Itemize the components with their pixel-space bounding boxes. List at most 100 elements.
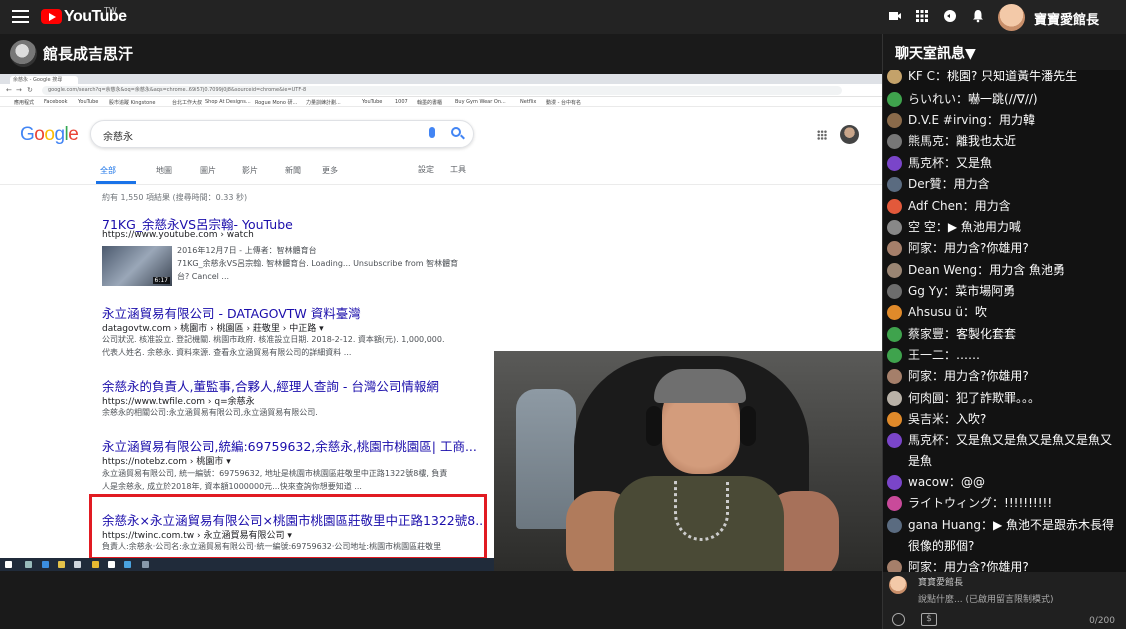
- chat-separator: ：: [962, 199, 975, 213]
- google-tab-all: 全部: [100, 166, 116, 175]
- channel-avatar[interactable]: [10, 40, 37, 67]
- chat-author[interactable]: 空 空: [908, 220, 936, 234]
- hanging-jacket: [516, 389, 576, 529]
- chat-avatar[interactable]: [887, 263, 902, 278]
- chat-author[interactable]: KF C: [908, 70, 935, 83]
- chat-avatar[interactable]: [887, 177, 902, 192]
- chat-separator: ：: [944, 327, 957, 341]
- chat-author[interactable]: 阿家: [908, 369, 932, 383]
- chat-message-text: 空 空：▶ 魚池用力喊: [908, 217, 1122, 238]
- chat-avatar[interactable]: [887, 113, 902, 128]
- char-counter: 0/200: [1089, 616, 1115, 626]
- result-url: https://www.youtube.com › watch: [102, 230, 254, 240]
- chat-author[interactable]: 阿家: [908, 241, 932, 255]
- result-snippet: 代表人姓名. 余慈永. 資料來源. 查看永立涵貿易有限公司的詳細資料 ...: [102, 348, 352, 357]
- chat-author[interactable]: Dean Weng: [908, 263, 977, 277]
- chat-separator: ：: [956, 92, 969, 106]
- chat-message-text: Adf Chen：用力含: [908, 196, 1122, 217]
- bookmark: YouTube: [78, 99, 99, 105]
- channel-name[interactable]: 館長成吉思汗: [43, 43, 133, 64]
- chat-avatar[interactable]: [887, 496, 902, 511]
- emoji-icon[interactable]: [892, 613, 905, 626]
- google-search-box: 余慈永: [90, 120, 474, 148]
- chat-bubble-icon[interactable]: [942, 9, 958, 25]
- menu-icon[interactable]: [12, 10, 29, 23]
- chat-author[interactable]: 吳吉米: [908, 412, 944, 426]
- bookmark: 動漫 - 台中有名: [546, 100, 581, 106]
- forward-icon: →: [16, 86, 22, 94]
- chat-separator: ：: [932, 241, 945, 255]
- chat-author[interactable]: gana Huang: [908, 518, 981, 532]
- chat-separator: ：: [935, 220, 948, 234]
- chat-avatar[interactable]: [887, 241, 902, 256]
- chat-mode-dropdown[interactable]: 聊天室訊息▼: [895, 43, 976, 63]
- chat-author[interactable]: 馬克杯: [908, 156, 944, 170]
- highlight-box: [89, 494, 487, 560]
- live-chat[interactable]: KF C：桃園? 只知道黃牛潘先生 らいれい：嚇一跳(//∇//) D.V.E #i…: [882, 70, 1126, 572]
- chat-body: 用力含: [974, 199, 1011, 213]
- chat-avatar[interactable]: [887, 156, 902, 171]
- chat-avatar[interactable]: [887, 305, 902, 320]
- chat-input[interactable]: 說點什麼... (已啟用留言限制模式): [918, 592, 1053, 605]
- chat-author[interactable]: Der贊: [908, 177, 942, 191]
- region-label: TW: [104, 6, 117, 15]
- result-stats: 約有 1,550 項結果 (搜尋時間：0.33 秒): [102, 193, 248, 202]
- chat-separator: ：: [962, 305, 975, 319]
- bookmark: Facebook: [44, 99, 68, 105]
- chat-author[interactable]: 馬克杯: [908, 433, 944, 447]
- chat-avatar[interactable]: [887, 92, 902, 107]
- create-video-icon[interactable]: [887, 9, 903, 25]
- super-chat-icon[interactable]: $: [921, 613, 937, 626]
- chat-author[interactable]: らいれい: [908, 92, 956, 106]
- bookmark: 股市追蹤 Kingstone: [109, 100, 156, 106]
- chat-avatar[interactable]: [887, 199, 902, 214]
- chat-avatar[interactable]: [887, 348, 902, 363]
- chat-body: 入吹?: [956, 412, 987, 426]
- youtube-logo-icon[interactable]: [41, 9, 62, 24]
- chat-author[interactable]: 王一二: [908, 348, 944, 362]
- chat-author[interactable]: Ahsusu ü: [908, 305, 963, 319]
- chat-avatar[interactable]: [887, 70, 902, 84]
- result-snippet: 71KG_余慈永VS呂宗翰. 智林體育台. Loading... Unsubsc…: [177, 259, 459, 268]
- chat-avatar[interactable]: [887, 134, 902, 149]
- chat-author[interactable]: Gg Yy: [908, 284, 943, 298]
- result-snippet: 余慈永的相關公司:永立涵貿易有限公司,永立涵貿易有限公司.: [102, 408, 318, 417]
- chat-message-text: Der贊：用力含: [908, 174, 1122, 195]
- bookmark: Shop At Designs...: [205, 99, 251, 105]
- chat-author[interactable]: Adf Chen: [908, 199, 963, 213]
- chat-avatar[interactable]: [887, 391, 902, 406]
- chat-avatar[interactable]: [887, 220, 902, 235]
- chat-avatar[interactable]: [887, 369, 902, 384]
- chat-author[interactable]: wacow: [908, 475, 949, 489]
- chat-author[interactable]: 阿家: [908, 560, 932, 572]
- chat-avatar[interactable]: [887, 284, 902, 299]
- chat-message-text: 王一二：……: [908, 345, 1122, 366]
- chat-author[interactable]: ライトウィング: [908, 496, 992, 510]
- address-bar: google.com/search?q=余慈永&oq=余慈永&aqs=chrom…: [42, 86, 842, 95]
- result-snippet: 人是余慈永, 成立於2018年, 資本額1000000元...快來查詢你想要知道…: [102, 482, 362, 491]
- chat-separator: ：: [980, 518, 993, 532]
- bell-icon[interactable]: [970, 9, 986, 25]
- youtube-logo-text[interactable]: YouTube: [64, 8, 127, 26]
- windows-taskbar: [0, 558, 495, 571]
- chat-avatar[interactable]: [887, 327, 902, 342]
- chat-avatar[interactable]: [887, 433, 902, 448]
- chat-avatar[interactable]: [887, 560, 902, 572]
- chat-author[interactable]: 何肉圓: [908, 391, 944, 405]
- chat-author[interactable]: 熊馬克: [908, 134, 944, 148]
- video-player[interactable]: 余慈永 - Google 搜尋 ← → ↻ google.com/search?…: [0, 74, 882, 571]
- chat-message-text: 阿家：用力含?你雄用?: [908, 238, 1122, 259]
- google-tools: 工具: [450, 165, 466, 174]
- chat-message-text: 馬克杯：又是魚又是魚又是魚又是魚又是魚: [908, 430, 1122, 472]
- chat-body: 又是魚: [956, 156, 993, 170]
- username[interactable]: 寶寶愛館長: [1034, 9, 1099, 28]
- avatar[interactable]: [998, 4, 1025, 31]
- chat-avatar[interactable]: [887, 518, 902, 533]
- bookmark: YouTube: [362, 99, 383, 105]
- chat-message-text: D.V.E #irving：用力韓: [908, 110, 1122, 131]
- chat-avatar[interactable]: [887, 412, 902, 427]
- chat-author[interactable]: 蔡家豐: [908, 327, 944, 341]
- chat-author[interactable]: D.V.E #irving: [908, 113, 987, 127]
- chat-avatar[interactable]: [887, 475, 902, 490]
- apps-grid-icon[interactable]: [914, 9, 930, 25]
